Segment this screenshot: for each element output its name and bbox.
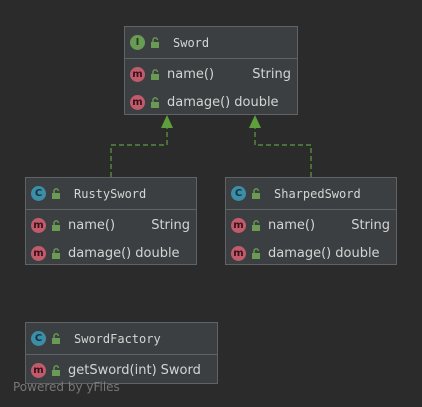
member-name: damage() xyxy=(268,245,332,261)
member-type: double xyxy=(234,94,279,110)
lock-icon xyxy=(151,37,159,48)
member-type: String xyxy=(252,66,291,82)
method-icon: m xyxy=(31,245,46,261)
member-name: name() xyxy=(268,217,316,233)
member-name: name() xyxy=(167,66,215,82)
lock-icon xyxy=(52,364,60,376)
lock-icon xyxy=(151,96,159,108)
class-name: RustySword xyxy=(74,186,147,201)
class-icon: C xyxy=(31,331,46,346)
member-name: name() xyxy=(68,217,116,233)
member-type: double xyxy=(335,245,380,261)
class-box-sword[interactable]: I Sword m name() String m damage() doubl… xyxy=(124,26,298,115)
method-icon: m xyxy=(31,362,46,378)
member-row[interactable]: m name() String xyxy=(26,211,196,239)
lock-icon xyxy=(252,247,260,259)
member-type: double xyxy=(135,245,180,261)
member-name: damage() xyxy=(68,245,132,261)
class-header: C RustySword xyxy=(26,178,196,210)
class-header: I Sword xyxy=(125,27,297,59)
member-row[interactable]: m name() String xyxy=(125,60,297,88)
member-name: damage() xyxy=(167,94,231,110)
class-box-sharpedsword[interactable]: C SharpedSword m name() String m damage(… xyxy=(225,177,397,265)
watermark-text: Powered by yFiles xyxy=(13,380,120,394)
class-icon: C xyxy=(31,186,46,201)
lock-icon xyxy=(52,333,60,344)
implements-arrowhead-sharped xyxy=(249,115,261,128)
lock-icon xyxy=(252,188,260,199)
implements-edge-sharpedsword xyxy=(249,115,312,177)
member-row[interactable]: m damage() double xyxy=(226,239,396,267)
member-row[interactable]: m damage() double xyxy=(125,88,297,116)
member-type: String xyxy=(351,217,390,233)
member-type: Sword xyxy=(160,362,201,378)
lock-icon xyxy=(52,219,60,231)
class-icon: C xyxy=(231,186,246,201)
lock-icon xyxy=(52,188,60,199)
method-icon: m xyxy=(231,245,246,261)
class-header: C SwordFactory xyxy=(26,323,217,355)
class-box-swordfactory[interactable]: C SwordFactory m getSword(int) Sword xyxy=(25,322,218,384)
class-name: SharpedSword xyxy=(274,186,361,201)
member-row[interactable]: m damage() double xyxy=(26,239,196,267)
implements-edge-rustysword xyxy=(110,115,173,177)
member-type: String xyxy=(151,217,190,233)
class-header: C SharpedSword xyxy=(226,178,396,210)
method-icon: m xyxy=(231,217,246,233)
member-row[interactable]: m name() String xyxy=(226,211,396,239)
implements-arrowhead-rusty xyxy=(161,115,173,128)
interface-icon: I xyxy=(130,35,145,50)
member-name: getSword(int) xyxy=(68,362,157,378)
method-icon: m xyxy=(31,217,46,233)
class-box-rustysword[interactable]: C RustySword m name() String m damage() … xyxy=(25,177,197,265)
class-name: SwordFactory xyxy=(74,331,161,346)
method-icon: m xyxy=(130,94,145,110)
lock-icon xyxy=(52,247,60,259)
class-name: Sword xyxy=(173,35,210,50)
lock-icon xyxy=(151,68,159,80)
lock-icon xyxy=(252,219,260,231)
method-icon: m xyxy=(130,66,145,82)
